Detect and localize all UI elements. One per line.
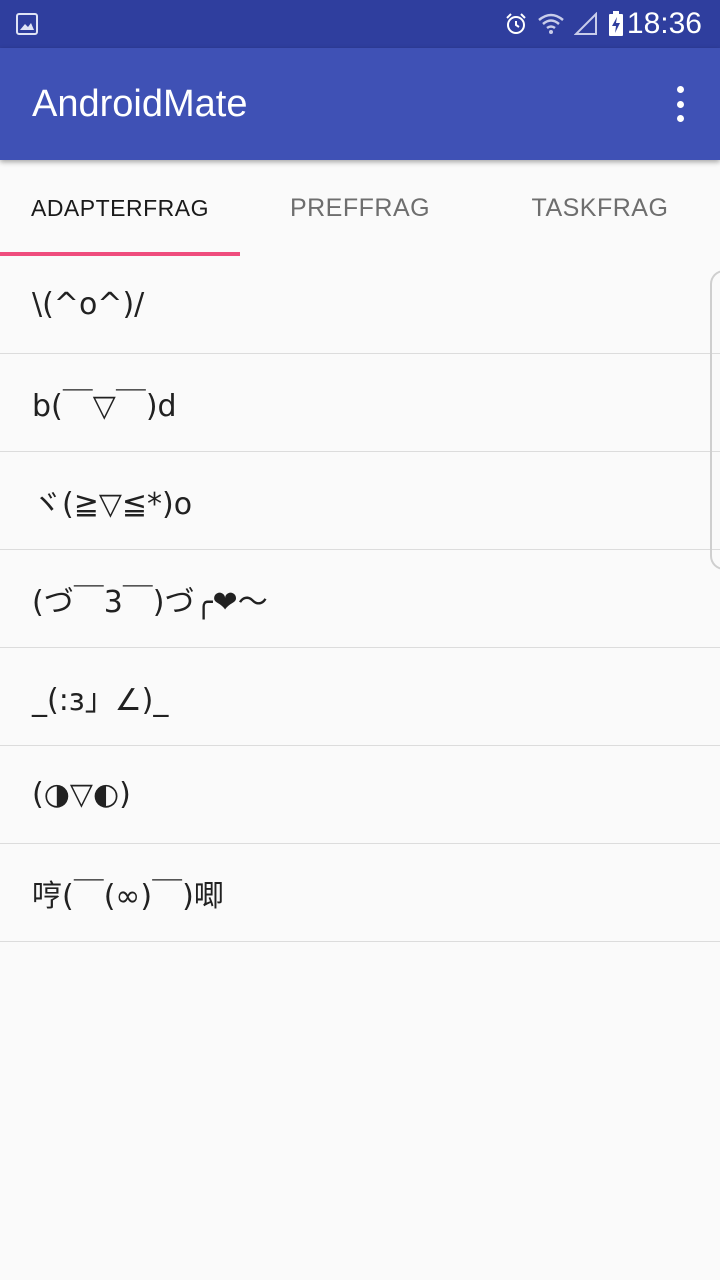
list-item[interactable]: 哼(￣(∞)￣)唧 bbox=[0, 844, 720, 942]
alarm-icon bbox=[506, 13, 526, 34]
list-item[interactable]: (◑▽◐) bbox=[0, 746, 720, 844]
tab-bar: ADAPTERFRAG PREFFRAG TASKFRAG bbox=[0, 160, 720, 256]
signal-icon bbox=[574, 12, 597, 35]
emoticon-list: \(^o^)/ b(￣▽￣)d ヾ(≧▽≦*)o (づ￣3￣)づ╭❤～ _(:з… bbox=[0, 256, 720, 942]
status-bar: 18:36 bbox=[0, 0, 720, 48]
list-item[interactable]: ヾ(≧▽≦*)o bbox=[0, 452, 720, 550]
app-bar: AndroidMate bbox=[0, 48, 720, 160]
tab-taskfrag[interactable]: TASKFRAG bbox=[480, 160, 720, 256]
list-item[interactable]: _(:з」∠)_ bbox=[0, 648, 720, 746]
list-item[interactable]: (づ￣3￣)づ╭❤～ bbox=[0, 550, 720, 648]
battery-charging-icon bbox=[609, 11, 623, 36]
status-time: 18:36 bbox=[626, 7, 702, 40]
list-item[interactable]: b(￣▽￣)d bbox=[0, 354, 720, 452]
more-vert-icon[interactable] bbox=[668, 84, 692, 124]
tab-adapterfrag[interactable]: ADAPTERFRAG bbox=[0, 160, 240, 256]
app-title: AndroidMate bbox=[32, 83, 248, 125]
tab-preffrag[interactable]: PREFFRAG bbox=[240, 160, 480, 256]
edge-panel-handle[interactable] bbox=[710, 270, 720, 570]
list-item[interactable]: \(^o^)/ bbox=[0, 256, 720, 354]
image-icon bbox=[16, 13, 38, 35]
wifi-icon bbox=[538, 13, 564, 34]
